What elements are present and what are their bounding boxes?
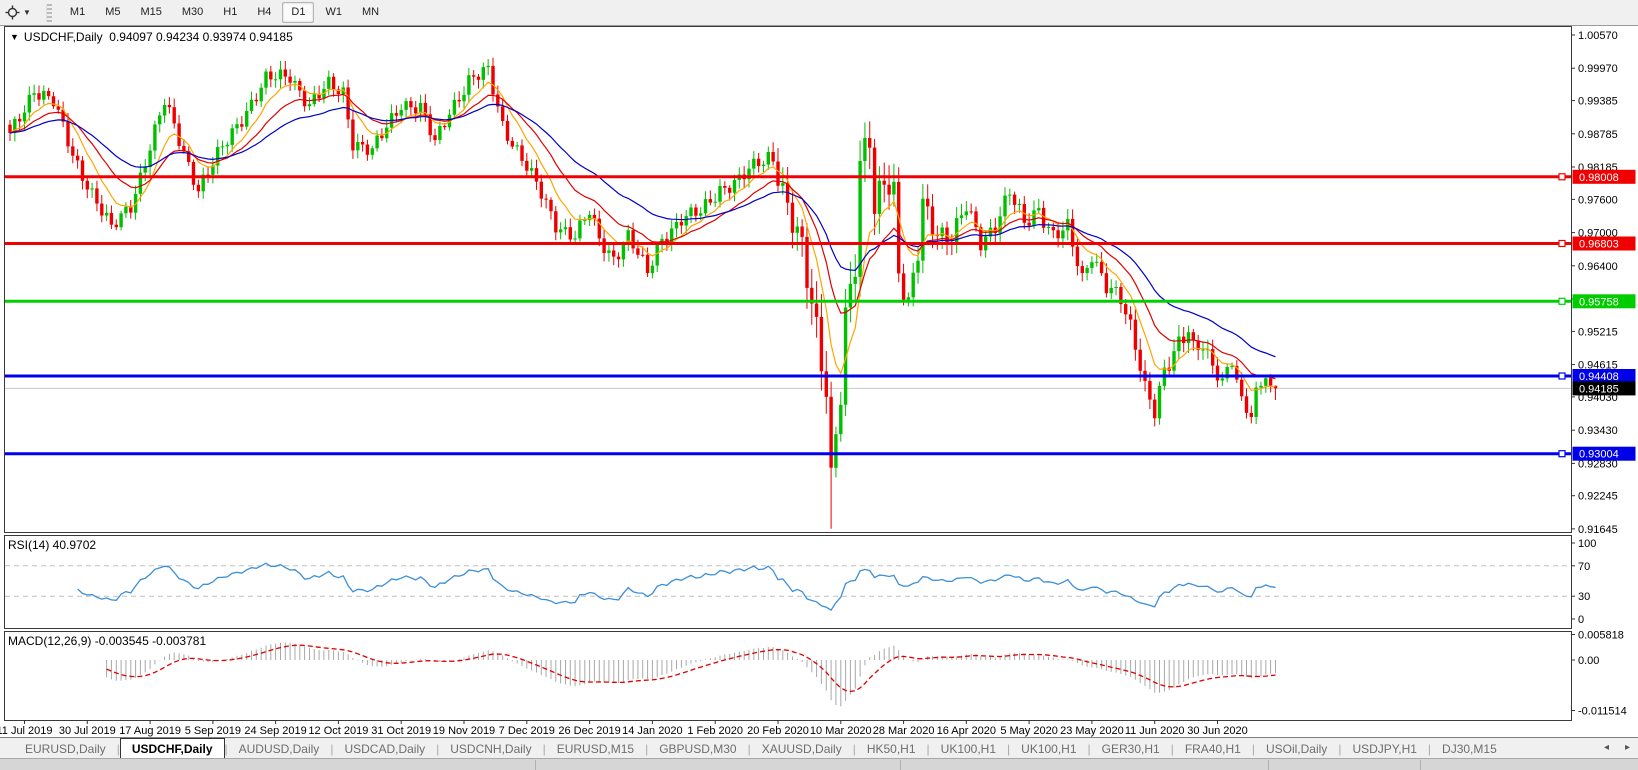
date-tick-label: 20 Feb 2020 — [747, 725, 809, 737]
price-tick-label: 0.91645 — [1578, 524, 1618, 536]
crosshair-icon — [5, 5, 20, 20]
chart-tab-ger30-h1[interactable]: GER30,H1 — [1091, 739, 1171, 759]
rsi-tick-label: 100 — [1578, 538, 1596, 550]
rsi-indicator-label: RSI(14) 40.9702 — [8, 538, 97, 552]
chart-tab-audusd-daily[interactable]: AUDUSD,Daily — [228, 739, 331, 759]
date-tick-label: 1 Feb 2020 — [687, 725, 743, 737]
chart-canvas[interactable]: 1.005700.999700.993850.987850.981850.976… — [0, 26, 1638, 737]
date-tick-label: 28 Mar 2020 — [873, 725, 935, 737]
date-tick-label: 19 Nov 2019 — [433, 725, 495, 737]
chart-tab-usdcnh-daily[interactable]: USDCNH,Daily — [439, 739, 542, 759]
price-badge-label: 0.93004 — [1579, 449, 1619, 461]
chart-tab-dj30-m15[interactable]: DJ30,M15 — [1431, 739, 1508, 759]
price-tick-label: 0.96400 — [1578, 261, 1618, 273]
rsi-tick-label: 0 — [1578, 614, 1584, 626]
timeframe-button-h1[interactable]: H1 — [214, 2, 246, 23]
price-badge-label: 0.96803 — [1579, 239, 1619, 251]
status-bar-divider — [1420, 760, 1421, 770]
date-tick-label: 12 Oct 2019 — [308, 725, 368, 737]
chart-tabs: EURUSD,Daily | USDCHF,Daily | AUDUSD,Daily | U… — [14, 738, 1508, 759]
price-tick-label: 1.00570 — [1578, 30, 1618, 42]
price-tick-label: 0.93430 — [1578, 425, 1618, 437]
date-tick-label: 26 Dec 2019 — [558, 725, 620, 737]
date-tick-label: 7 Dec 2019 — [499, 725, 555, 737]
chart-tab-usdjpy-h1[interactable]: USDJPY,H1 — [1341, 739, 1427, 759]
chart-tab-eurusd-m15[interactable]: EURUSD,M15 — [546, 739, 645, 759]
price-tick-label: 0.98785 — [1578, 129, 1618, 141]
status-bar-divider — [535, 760, 536, 770]
timeframe-button-m15[interactable]: M15 — [131, 2, 170, 23]
macd-tick-label: 0.00 — [1578, 655, 1599, 667]
price-tick-label: 0.99385 — [1578, 96, 1618, 108]
hline-handle[interactable] — [1558, 297, 1566, 305]
crosshair-tool-button[interactable]: ▼ — [2, 3, 34, 22]
hline-handle[interactable] — [1558, 450, 1566, 458]
timeframe-button-mn[interactable]: MN — [353, 2, 388, 23]
timeframe-button-d1[interactable]: D1 — [282, 2, 315, 23]
chart-tab-xauusd-daily[interactable]: XAUUSD,Daily — [751, 739, 853, 759]
chart-tab-fra40-h1[interactable]: FRA40,H1 — [1174, 739, 1252, 759]
chart-tab-hk50-h1[interactable]: HK50,H1 — [856, 739, 927, 759]
hline-handle[interactable] — [1558, 239, 1566, 248]
date-tick-label: 30 Jun 2020 — [1187, 725, 1248, 737]
chart-tab-usdcad-daily[interactable]: USDCAD,Daily — [333, 739, 436, 759]
timeframe-toolbar: ▼ M1 M5 M15 M30 H1 H4 D1 W1 MN — [0, 0, 1638, 26]
chevron-down-icon: ▼ — [23, 8, 31, 17]
status-bar — [0, 758, 1638, 770]
timeframe-button-m30[interactable]: M30 — [173, 2, 212, 23]
chart-tab-eurusd-daily[interactable]: EURUSD,Daily — [14, 739, 117, 759]
date-tick-label: 5 May 2020 — [1000, 725, 1057, 737]
date-tick-label: 14 Jan 2020 — [622, 725, 683, 737]
date-tick-label: 16 Apr 2020 — [937, 725, 996, 737]
chart-tab-usoil-daily[interactable]: USOil,Daily — [1255, 739, 1338, 759]
macd-tick-label: -0.011514 — [1578, 706, 1627, 718]
timeframe-button-m1[interactable]: M1 — [61, 2, 94, 23]
date-tick-label: 11 Jun 2020 — [1125, 725, 1185, 737]
price-tick-label: 0.95215 — [1578, 326, 1618, 338]
collapse-triangle-icon[interactable]: ▼ — [10, 32, 19, 42]
price-tick-label: 0.99970 — [1578, 63, 1618, 75]
date-tick-label: 31 Oct 2019 — [371, 725, 431, 737]
chart-tab-bar: EURUSD,Daily | USDCHF,Daily | AUDUSD,Daily | U… — [0, 737, 1638, 759]
chart-tab-uk100-h1[interactable]: UK100,H1 — [1010, 739, 1087, 759]
chart-title-text: USDCHF,Daily 0.94097 0.94234 0.93974 0.9… — [23, 30, 293, 44]
date-tick-label: 23 May 2020 — [1060, 725, 1124, 737]
timeframe-button-w1[interactable]: W1 — [316, 2, 351, 23]
toolbar-grip[interactable] — [45, 3, 52, 22]
price-tick-label: 0.97600 — [1578, 194, 1618, 206]
macd-indicator-label: MACD(12,26,9) -0.003545 -0.003781 — [8, 634, 207, 648]
tabs-scroll-left-icon[interactable]: ◂ — [1604, 742, 1609, 754]
timeframe-button-m5[interactable]: M5 — [96, 2, 129, 23]
macd-tick-label: 0.005818 — [1578, 630, 1624, 642]
chart-tab-uk100-h1[interactable]: UK100,H1 — [930, 739, 1007, 759]
chart-tab-usdchf-daily[interactable]: USDCHF,Daily — [119, 738, 225, 759]
price-badge-label: 0.95758 — [1579, 296, 1619, 308]
rsi-tick-label: 70 — [1578, 561, 1590, 573]
date-tick-label: 17 Aug 2019 — [119, 725, 181, 737]
price-badge-label: 0.94408 — [1579, 371, 1619, 383]
chart-tab-gbpusd-m30[interactable]: GBPUSD,M30 — [648, 739, 747, 759]
chart-area: 1.00570 0.99970 0.99385 0.98785 0.98185 0.976… — [0, 26, 1638, 737]
chart-title: ▼ USDCHF,Daily 0.94097 0.94234 0.93974 0.… — [10, 30, 293, 44]
date-tick-label: 5 Sep 2019 — [185, 725, 241, 737]
hline-handle[interactable] — [1558, 173, 1566, 181]
status-bar-divider — [900, 760, 901, 770]
date-tick-label: 24 Sep 2019 — [244, 725, 306, 737]
date-tick-label: 11 Jul 2019 — [0, 725, 53, 737]
timeframe-buttons: M1 M5 M15 M30 H1 H4 D1 W1 MN — [60, 2, 389, 23]
trading-platform-window: ▼ M1 M5 M15 M30 H1 H4 D1 W1 MN 1.00570 0.99970 0.9… — [0, 0, 1638, 770]
hline-handle[interactable] — [1558, 372, 1566, 380]
rsi-tick-label: 30 — [1578, 591, 1590, 603]
price-tick-label: 0.92245 — [1578, 491, 1618, 503]
date-tick-label: 10 Mar 2020 — [810, 725, 872, 737]
status-bar-divider — [1268, 760, 1269, 770]
price-badge-label: 0.98008 — [1579, 172, 1619, 184]
tabs-scroll-right-icon[interactable]: ▸ — [1625, 742, 1630, 754]
date-tick-label: 30 Jul 2019 — [59, 725, 116, 737]
price-badge-label: 0.94185 — [1579, 383, 1619, 395]
timeframe-button-h4[interactable]: H4 — [248, 2, 280, 23]
